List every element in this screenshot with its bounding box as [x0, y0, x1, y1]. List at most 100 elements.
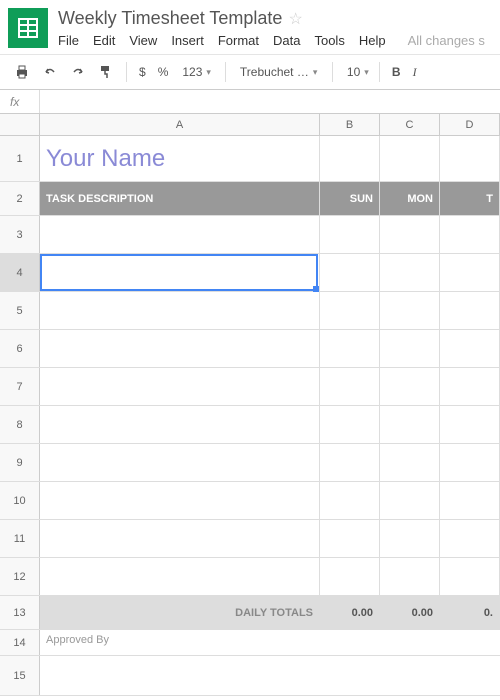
- row-header[interactable]: 12: [0, 558, 40, 595]
- cell[interactable]: [440, 630, 500, 655]
- cell[interactable]: [320, 482, 380, 519]
- cell[interactable]: [40, 520, 320, 557]
- cell[interactable]: [320, 216, 380, 253]
- cell[interactable]: [440, 254, 500, 291]
- cell[interactable]: [380, 330, 440, 367]
- paint-format-icon[interactable]: [94, 60, 118, 84]
- cell[interactable]: [380, 630, 440, 655]
- cell[interactable]: [320, 656, 380, 695]
- cell-total-sun[interactable]: 0.00: [320, 596, 380, 629]
- cell[interactable]: [40, 216, 320, 253]
- row-header[interactable]: 3: [0, 216, 40, 253]
- percent-button[interactable]: %: [154, 65, 173, 79]
- formula-input[interactable]: [40, 90, 500, 113]
- cell-total-mon[interactable]: 0.00: [380, 596, 440, 629]
- row-header[interactable]: 15: [0, 656, 40, 695]
- menu-data[interactable]: Data: [273, 33, 300, 48]
- row-header[interactable]: 10: [0, 482, 40, 519]
- cell[interactable]: [380, 406, 440, 443]
- cell[interactable]: [440, 330, 500, 367]
- star-icon[interactable]: ☆: [288, 9, 302, 29]
- cell[interactable]: [440, 368, 500, 405]
- row-header[interactable]: 8: [0, 406, 40, 443]
- col-header-b[interactable]: B: [320, 114, 380, 135]
- menu-view[interactable]: View: [129, 33, 157, 48]
- cell[interactable]: [380, 216, 440, 253]
- cell[interactable]: [40, 292, 320, 329]
- cell[interactable]: [440, 444, 500, 481]
- cell[interactable]: [40, 368, 320, 405]
- row-header[interactable]: 14: [0, 630, 40, 655]
- menu-file[interactable]: File: [58, 33, 79, 48]
- print-icon[interactable]: [10, 60, 34, 84]
- row-header[interactable]: 5: [0, 292, 40, 329]
- sheets-logo[interactable]: [8, 8, 48, 48]
- cell-approved-label[interactable]: Approved By: [40, 630, 320, 655]
- cell[interactable]: [380, 558, 440, 595]
- cell[interactable]: [320, 406, 380, 443]
- row-header[interactable]: 7: [0, 368, 40, 405]
- cell[interactable]: [380, 292, 440, 329]
- cell[interactable]: [320, 444, 380, 481]
- cell[interactable]: [40, 656, 320, 695]
- menu-tools[interactable]: Tools: [314, 33, 344, 48]
- cell[interactable]: [440, 656, 500, 695]
- cell[interactable]: [380, 656, 440, 695]
- cell-total-tue[interactable]: 0.: [440, 596, 500, 629]
- menu-insert[interactable]: Insert: [171, 33, 204, 48]
- row-header[interactable]: 2: [0, 182, 40, 215]
- cell-d1[interactable]: [440, 136, 500, 181]
- cell[interactable]: [40, 444, 320, 481]
- cell[interactable]: [320, 630, 380, 655]
- cell[interactable]: [380, 444, 440, 481]
- menu-edit[interactable]: Edit: [93, 33, 115, 48]
- cell[interactable]: [440, 216, 500, 253]
- cell[interactable]: [440, 520, 500, 557]
- cell[interactable]: [440, 406, 500, 443]
- number-format-dropdown[interactable]: 123: [176, 63, 217, 81]
- cell-header-task[interactable]: TASK DESCRIPTION: [40, 182, 320, 215]
- cell[interactable]: [320, 330, 380, 367]
- cell[interactable]: [320, 292, 380, 329]
- cell[interactable]: [380, 520, 440, 557]
- cell[interactable]: [320, 254, 380, 291]
- cell[interactable]: [40, 482, 320, 519]
- select-all-corner[interactable]: [0, 114, 40, 135]
- cell-c1[interactable]: [380, 136, 440, 181]
- cell-header-tue[interactable]: T: [440, 182, 500, 215]
- cell-header-sun[interactable]: SUN: [320, 182, 380, 215]
- row-header[interactable]: 11: [0, 520, 40, 557]
- row-header[interactable]: 4: [0, 254, 40, 291]
- cell-totals-label[interactable]: DAILY TOTALS: [40, 596, 320, 629]
- cell[interactable]: [320, 368, 380, 405]
- cell-selected[interactable]: [40, 254, 320, 291]
- cell[interactable]: [440, 292, 500, 329]
- italic-button[interactable]: I: [409, 65, 421, 80]
- cell[interactable]: [380, 368, 440, 405]
- col-header-a[interactable]: A: [40, 114, 320, 135]
- cell[interactable]: [440, 482, 500, 519]
- cell[interactable]: [40, 406, 320, 443]
- cell[interactable]: [380, 254, 440, 291]
- menu-format[interactable]: Format: [218, 33, 259, 48]
- cell[interactable]: [40, 330, 320, 367]
- doc-title[interactable]: Weekly Timesheet Template: [58, 8, 282, 29]
- font-dropdown[interactable]: Trebuchet …: [234, 63, 324, 81]
- undo-icon[interactable]: [38, 60, 62, 84]
- cell[interactable]: [380, 482, 440, 519]
- redo-icon[interactable]: [66, 60, 90, 84]
- cell-b1[interactable]: [320, 136, 380, 181]
- row-header[interactable]: 13: [0, 596, 40, 629]
- cell[interactable]: [320, 558, 380, 595]
- cell-header-mon[interactable]: MON: [380, 182, 440, 215]
- col-header-d[interactable]: D: [440, 114, 500, 135]
- cell-a1[interactable]: Your Name: [40, 136, 320, 181]
- row-header[interactable]: 1: [0, 136, 40, 181]
- font-size-dropdown[interactable]: 10: [341, 63, 371, 81]
- cell[interactable]: [440, 558, 500, 595]
- menu-help[interactable]: Help: [359, 33, 386, 48]
- cell[interactable]: [40, 558, 320, 595]
- row-header[interactable]: 6: [0, 330, 40, 367]
- col-header-c[interactable]: C: [380, 114, 440, 135]
- currency-button[interactable]: $: [135, 65, 150, 79]
